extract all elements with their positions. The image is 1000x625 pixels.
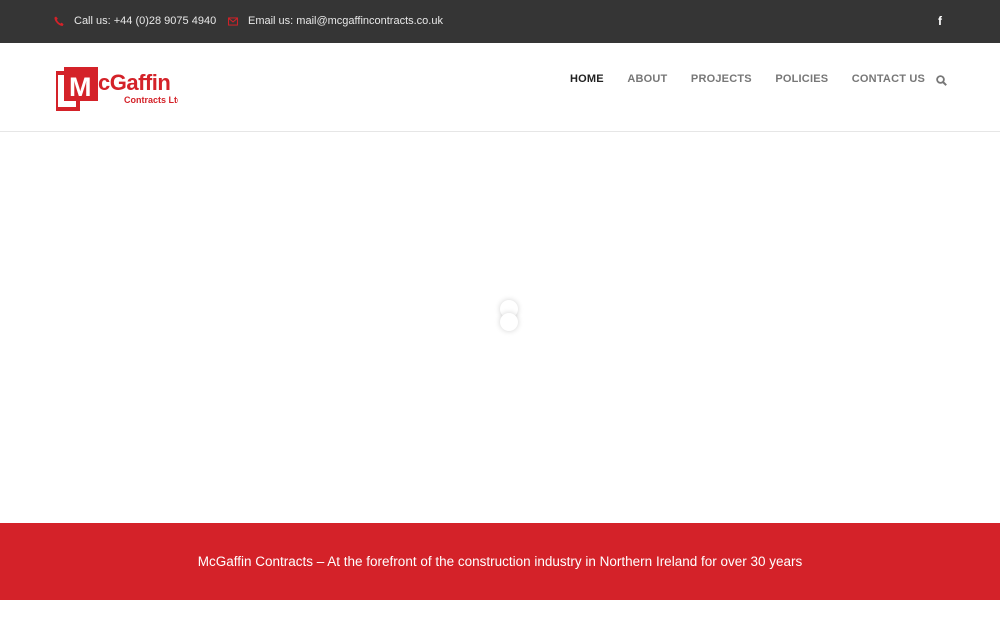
page-bottom — [0, 600, 1000, 625]
phone-contact[interactable]: Call us: +44 (0)28 9075 4940 — [54, 15, 216, 27]
main-nav: HOME ABOUT PROJECTS POLICIES CONTACT US — [570, 73, 949, 86]
site-header: M cGaffin Contracts Ltd HOME ABOUT PROJE… — [0, 43, 1000, 132]
svg-text:cGaffin: cGaffin — [98, 70, 170, 95]
top-bar: Call us: +44 (0)28 9075 4940 Email us: m… — [0, 0, 1000, 43]
facebook-icon[interactable]: f — [938, 14, 942, 28]
nav-home[interactable]: HOME — [570, 73, 604, 85]
mcgaffin-logo[interactable]: M cGaffin Contracts Ltd — [56, 65, 178, 111]
svg-text:Contracts Ltd: Contracts Ltd — [124, 95, 178, 105]
nav-projects[interactable]: PROJECTS — [691, 73, 752, 85]
svg-text:M: M — [69, 72, 92, 102]
nav-policies[interactable]: POLICIES — [775, 73, 828, 85]
phone-text: Call us: +44 (0)28 9075 4940 — [74, 15, 217, 27]
envelope-icon — [228, 15, 238, 27]
tagline-banner: McGaffin Contracts – At the forefront of… — [0, 523, 1000, 600]
loading-spinner-icon — [499, 300, 519, 334]
phone-icon — [54, 15, 64, 27]
search-icon[interactable] — [936, 73, 948, 86]
nav-about[interactable]: ABOUT — [627, 73, 667, 85]
nav-contact-us[interactable]: CONTACT US — [852, 73, 925, 85]
email-text: Email us: mail@mcgaffincontracts.co.uk — [248, 15, 443, 27]
tagline-text: McGaffin Contracts – At the forefront of… — [197, 554, 803, 569]
email-contact[interactable]: Email us: mail@mcgaffincontracts.co.uk — [228, 15, 443, 27]
